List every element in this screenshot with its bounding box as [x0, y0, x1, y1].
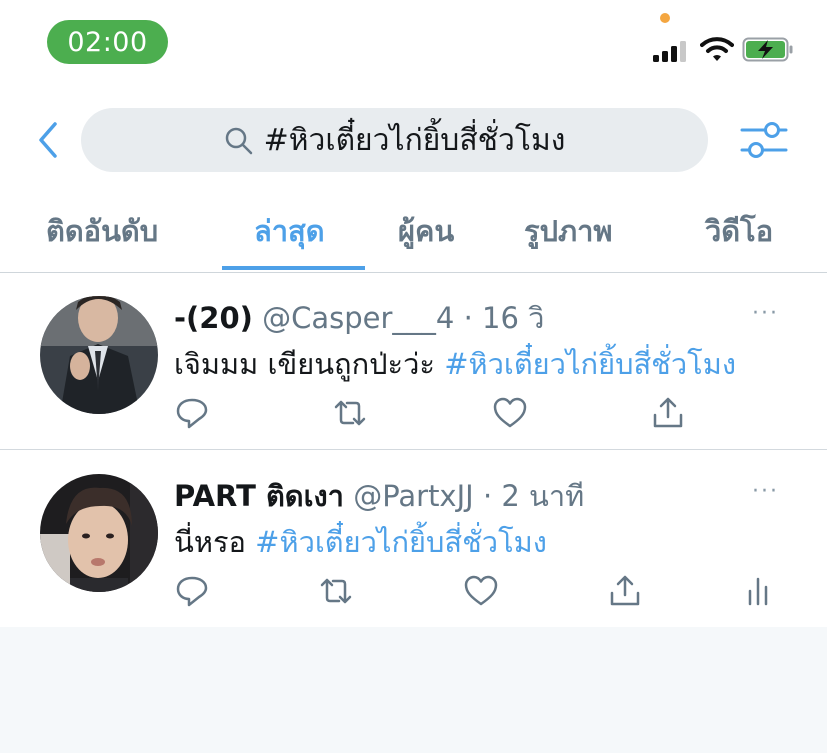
search-filter-button[interactable] [740, 117, 788, 163]
avatar[interactable] [40, 296, 158, 414]
status-time: 02:00 [47, 20, 168, 64]
active-tab-indicator [222, 266, 365, 270]
cellular-signal-icon [653, 38, 689, 62]
like-button[interactable] [463, 573, 499, 609]
tweet-timestamp: 2 นาที [501, 479, 585, 513]
reply-button[interactable] [174, 395, 210, 431]
sliders-icon [740, 122, 788, 158]
wifi-icon [700, 36, 734, 62]
tweet[interactable]: PART ติดเงา @PartxJJ · 2 นาที ··· นี่หรอ… [0, 451, 827, 627]
like-icon [493, 397, 527, 428]
search-input[interactable]: #หิวเตี๋ยวไก่ยิ้บสี่ชั่วโมง [81, 108, 708, 172]
reply-button[interactable] [174, 573, 210, 609]
display-name[interactable]: PART ติดเงา [174, 479, 344, 513]
tweet-text: เจิมมม เขียนถูกป่ะว่ะ #หิวเตี๋ยวไก่ยิ้บส… [174, 341, 736, 387]
hashtag-link[interactable]: #หิวเตี๋ยวไก่ยิ้บสี่ชั่วโมง [444, 347, 736, 381]
chevron-left-icon [39, 122, 57, 158]
tweet-body: เจิมมม เขียนถูกป่ะว่ะ [174, 347, 435, 381]
search-tabs: ติดอันดับ ล่าสุด ผู้คน รูปภาพ วิดีโอ [0, 196, 827, 273]
retweet-icon [320, 578, 352, 604]
search-results-screen: 02:00 #หิวเตี๋ยวไก่ยิ้บสี่ชั่วโมง ติดอัน… [0, 0, 827, 627]
battery-charging-icon [742, 37, 794, 62]
share-icon [653, 397, 683, 428]
analytics-button[interactable] [740, 573, 776, 609]
share-button[interactable] [607, 573, 643, 609]
like-button[interactable] [492, 395, 528, 431]
user-handle[interactable]: @Casper___4 [262, 301, 454, 335]
analytics-icon [748, 577, 768, 606]
tab-top[interactable]: ติดอันดับ [46, 208, 158, 254]
share-button[interactable] [650, 395, 686, 431]
reply-icon [176, 576, 208, 607]
tweet[interactable]: -(20) @Casper___4 · 16 วิ ··· เจิมมม เขี… [0, 273, 827, 450]
meta-separator: · [463, 301, 473, 335]
tweet-header: -(20) @Casper___4 · 16 วิ [174, 295, 544, 341]
user-handle[interactable]: @PartxJJ [353, 479, 474, 513]
reply-icon [176, 398, 208, 429]
like-icon [464, 575, 498, 606]
privacy-indicator-dot [660, 13, 670, 23]
tab-videos[interactable]: วิดีโอ [705, 208, 773, 254]
share-icon [610, 575, 640, 606]
hashtag-link[interactable]: #หิวเตี๋ยวไก่ยิ้บสี่ชั่วโมง [255, 525, 547, 559]
avatar[interactable] [40, 474, 158, 592]
retweet-icon [334, 400, 366, 426]
more-options-icon[interactable]: ··· [752, 479, 779, 504]
tab-latest[interactable]: ล่าสุด [254, 208, 325, 254]
tweet-timestamp: 16 วิ [482, 301, 545, 335]
tab-photos[interactable]: รูปภาพ [524, 208, 613, 254]
search-query: #หิวเตี๋ยวไก่ยิ้บสี่ชั่วโมง [263, 122, 566, 158]
tweet-body: นี่หรอ [174, 525, 246, 559]
meta-separator: · [482, 479, 493, 513]
tweet-text: นี่หรอ #หิวเตี๋ยวไก่ยิ้บสี่ชั่วโมง [174, 519, 547, 565]
tweet-header: PART ติดเงา @PartxJJ · 2 นาที [174, 473, 584, 519]
tab-people[interactable]: ผู้คน [398, 208, 454, 254]
display-name[interactable]: -(20) [174, 301, 253, 335]
back-button[interactable] [30, 117, 66, 163]
retweet-button[interactable] [332, 395, 368, 431]
more-options-icon[interactable]: ··· [752, 301, 779, 326]
magnifier-icon [225, 127, 252, 155]
retweet-button[interactable] [318, 573, 354, 609]
